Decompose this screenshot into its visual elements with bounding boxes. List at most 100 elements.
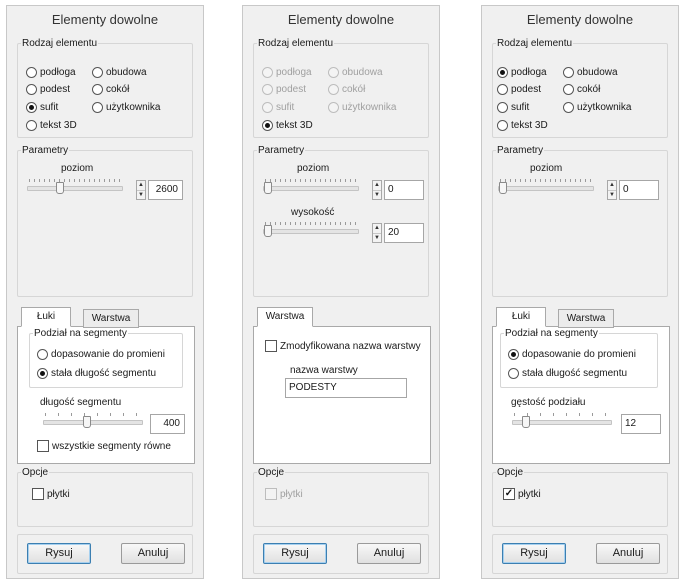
radio-cokol[interactable]: cokół bbox=[328, 84, 365, 95]
checkbox-tiles[interactable]: płytki bbox=[32, 488, 70, 500]
radio-podloga[interactable]: podłoga bbox=[262, 67, 312, 78]
radio-obudowa[interactable]: obudowa bbox=[92, 67, 147, 78]
radio-indicator bbox=[37, 368, 48, 379]
radio-indicator bbox=[497, 102, 508, 113]
dialog-title: Elementy dowolne bbox=[51, 12, 159, 27]
slider-thumb[interactable] bbox=[264, 182, 272, 194]
segment-length-slider[interactable] bbox=[43, 411, 143, 429]
layer-name-label: nazwa warstwy bbox=[290, 365, 358, 376]
radio-tekst-3d[interactable]: tekst 3D bbox=[262, 120, 313, 131]
parameters-group: Parametry bbox=[492, 145, 668, 297]
tab-luki[interactable]: Łuki bbox=[21, 307, 71, 327]
radio-podest[interactable]: podest bbox=[26, 84, 70, 95]
radio-indicator bbox=[563, 67, 574, 78]
checkbox-label: płytki bbox=[47, 488, 70, 500]
radio-cokol[interactable]: cokół bbox=[563, 84, 600, 95]
slider-thumb[interactable] bbox=[522, 416, 530, 428]
radio-cokol[interactable]: cokół bbox=[92, 84, 129, 95]
radio-label: użytkownika bbox=[577, 102, 632, 113]
cancel-button[interactable]: Anuluj bbox=[596, 543, 660, 564]
level-input[interactable]: 2600 bbox=[148, 180, 183, 200]
density-label: gęstość podziału bbox=[511, 397, 586, 408]
draw-button[interactable]: Rysuj bbox=[502, 543, 566, 564]
level-label: poziom bbox=[297, 163, 330, 174]
slider-thumb[interactable] bbox=[56, 182, 64, 194]
radio-label: obudowa bbox=[106, 67, 147, 78]
cancel-button[interactable]: Anuluj bbox=[357, 543, 421, 564]
radio-tekst-3d[interactable]: tekst 3D bbox=[497, 120, 548, 131]
radio-label: cokół bbox=[577, 84, 601, 95]
level-spinner[interactable]: ▲ ▼ bbox=[372, 180, 382, 200]
cancel-button[interactable]: Anuluj bbox=[121, 543, 185, 564]
checkbox-label: płytki bbox=[280, 488, 303, 500]
radio-sufit[interactable]: sufit bbox=[497, 102, 529, 113]
tab-warstwa[interactable]: Warstwa bbox=[558, 309, 614, 328]
radio-fit-to-radii[interactable]: dopasowanie do promieni bbox=[37, 349, 165, 360]
radio-label: podest bbox=[511, 84, 542, 95]
radio-indicator bbox=[92, 84, 103, 95]
radio-indicator bbox=[26, 102, 37, 113]
layer-name-input[interactable]: PODESTY bbox=[285, 378, 407, 398]
radio-indicator bbox=[497, 120, 508, 131]
density-input[interactable]: 12 bbox=[621, 414, 661, 434]
radio-podloga[interactable]: podłoga bbox=[497, 67, 547, 78]
tab-warstwa[interactable]: Warstwa bbox=[257, 307, 313, 327]
radio-indicator bbox=[262, 67, 273, 78]
segment-length-label: długość segmentu bbox=[40, 397, 122, 408]
parameters-legend: Parametry bbox=[497, 145, 544, 156]
radio-label: tekst 3D bbox=[511, 120, 548, 131]
radio-tekst-3d[interactable]: tekst 3D bbox=[26, 120, 77, 131]
radio-indicator bbox=[497, 67, 508, 78]
slider-thumb[interactable] bbox=[499, 182, 507, 194]
radio-obudowa[interactable]: obudowa bbox=[563, 67, 618, 78]
checkbox-equal-segments[interactable]: wszystkie segmenty równe bbox=[37, 440, 171, 452]
radio-sufit[interactable]: sufit bbox=[26, 102, 58, 113]
height-slider[interactable] bbox=[263, 220, 359, 238]
radio-label: podest bbox=[40, 84, 71, 95]
radio-podloga[interactable]: podłoga bbox=[26, 67, 76, 78]
radio-label: tekst 3D bbox=[276, 120, 313, 131]
tab-warstwa[interactable]: Warstwa bbox=[83, 309, 139, 328]
checkbox-label: płytki bbox=[518, 488, 541, 500]
radio-indicator bbox=[563, 84, 574, 95]
tab-luki[interactable]: Łuki bbox=[496, 307, 546, 327]
radio-podest[interactable]: podest bbox=[497, 84, 541, 95]
radio-uzytkownika[interactable]: użytkownika bbox=[92, 102, 160, 113]
level-spinner[interactable]: ▲ ▼ bbox=[607, 180, 617, 200]
radio-uzytkownika[interactable]: użytkownika bbox=[563, 102, 631, 113]
level-slider[interactable] bbox=[263, 177, 359, 195]
segment-length-input[interactable]: 400 bbox=[150, 414, 185, 434]
level-input[interactable]: 0 bbox=[619, 180, 659, 200]
height-spinner[interactable]: ▲ ▼ bbox=[372, 223, 382, 243]
radio-label: dopasowanie do promieni bbox=[51, 349, 165, 360]
dialog-panel-2: Elementy dowolne Rodzaj elementu podłoga… bbox=[242, 5, 440, 579]
level-input[interactable]: 0 bbox=[384, 180, 424, 200]
checkbox-tiles[interactable]: ✓ płytki bbox=[503, 488, 541, 500]
height-input[interactable]: 20 bbox=[384, 223, 424, 243]
radio-fixed-length[interactable]: stała długość segmentu bbox=[37, 368, 156, 379]
density-slider[interactable] bbox=[512, 411, 612, 429]
radio-label: sufit bbox=[276, 102, 295, 113]
radio-obudowa[interactable]: obudowa bbox=[328, 67, 383, 78]
level-slider[interactable] bbox=[27, 177, 123, 195]
level-spinner[interactable]: ▲ ▼ bbox=[136, 180, 146, 200]
radio-indicator bbox=[328, 102, 339, 113]
checkbox-modified-layer-name[interactable]: Zmodyfikowana nazwa warstwy bbox=[265, 340, 421, 352]
checkbox-tiles[interactable]: płytki bbox=[265, 488, 303, 500]
draw-button[interactable]: Rysuj bbox=[27, 543, 91, 564]
slider-thumb[interactable] bbox=[83, 416, 91, 428]
radio-label: użytkownika bbox=[342, 102, 397, 113]
radio-fit-to-radii[interactable]: dopasowanie do promieni bbox=[508, 349, 636, 360]
element-type-legend: Rodzaj elementu bbox=[258, 38, 334, 49]
draw-button[interactable]: Rysuj bbox=[263, 543, 327, 564]
radio-uzytkownika[interactable]: użytkownika bbox=[328, 102, 396, 113]
slider-thumb[interactable] bbox=[264, 225, 272, 237]
radio-fixed-length[interactable]: stała długość segmentu bbox=[508, 368, 627, 379]
radio-label: podest bbox=[276, 84, 307, 95]
segments-legend: Podział na segmenty bbox=[505, 328, 598, 339]
radio-podest[interactable]: podest bbox=[262, 84, 306, 95]
radio-indicator bbox=[328, 67, 339, 78]
radio-indicator bbox=[26, 120, 37, 131]
radio-sufit[interactable]: sufit bbox=[262, 102, 294, 113]
level-slider[interactable] bbox=[498, 177, 594, 195]
